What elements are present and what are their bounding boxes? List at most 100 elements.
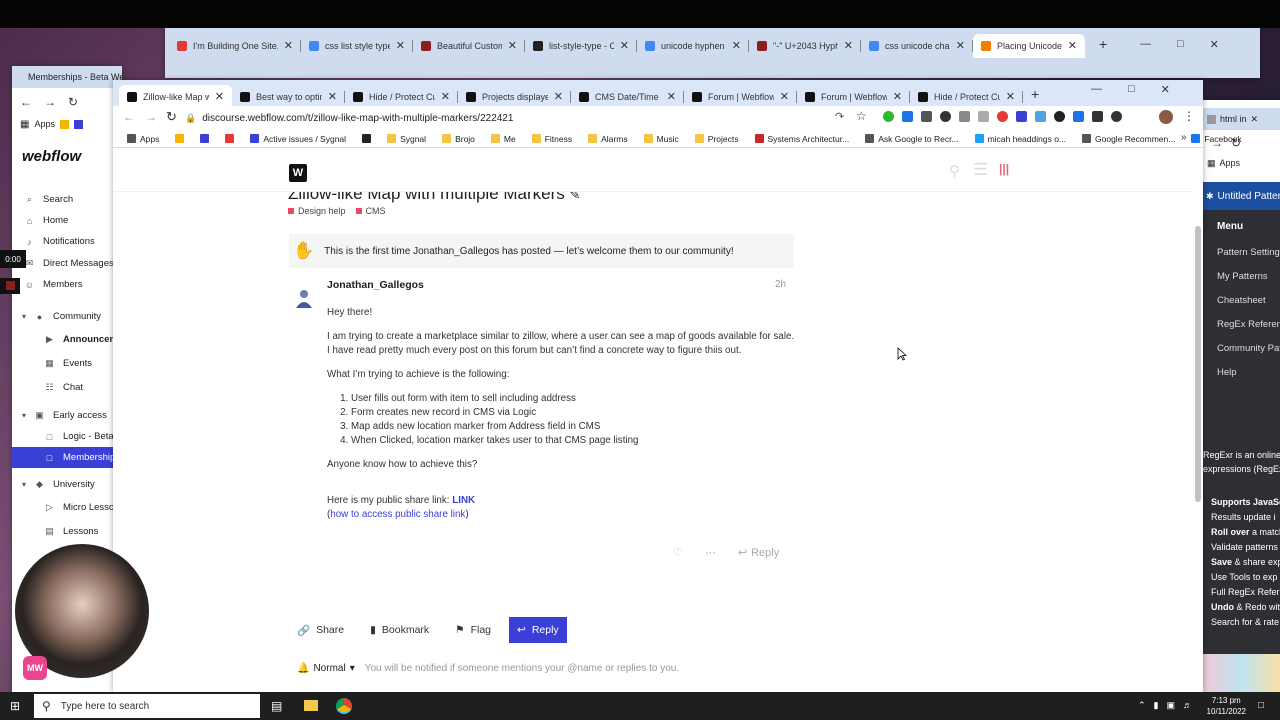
back-tab[interactable]: "-" U+2043 Hyphe... ✕ [749,34,861,58]
main-tab[interactable]: Zillow-like Map with... ✕ [119,84,232,109]
webflow-app-badge[interactable]: MW [23,656,47,680]
sidebar-item[interactable]: ▶ Announcem [12,329,117,350]
post-reply-button[interactable]: ↩ Reply [738,546,779,560]
extension-icon[interactable] [902,111,913,122]
close-icon[interactable]: ✕ [1210,38,1219,51]
minimize-icon[interactable]: — [1140,38,1151,51]
close-tab-icon[interactable]: ✕ [667,90,676,103]
main-tab[interactable]: CMS Date/Time Co... ✕ [571,85,684,109]
close-tab-icon[interactable]: ✕ [284,39,293,52]
bookmark-item[interactable]: Brojo [436,134,481,144]
bookmark-item[interactable] [356,134,377,143]
webflow-w-logo[interactable]: W [289,164,307,182]
taskbar-clock[interactable]: 7:13 pm 10/11/2022 [1207,695,1246,717]
url-text[interactable]: discourse.webflow.com/t/zillow-like-map-… [202,113,513,124]
sidebar-item[interactable]: ▾ ◆ University [12,474,117,495]
reload-icon[interactable]: ↻ [68,95,78,109]
close-tab-icon[interactable]: ✕ [396,39,405,52]
main-tab[interactable]: Best way to optimiz... ✕ [232,85,345,109]
bookmark-item[interactable]: micah headdings o... [969,134,1072,144]
progress-bars-icon[interactable]: ||| [999,162,1009,176]
close-tab-icon[interactable]: ✕ [328,90,337,103]
close-tab-icon[interactable]: ✕ [441,90,450,103]
bookmark-item[interactable] [219,134,240,143]
page-scrollbar[interactable] [1195,226,1201,502]
extension-icon[interactable] [997,111,1008,122]
sidebar-item[interactable]: ▤ Lessons [12,521,117,542]
close-tab-icon[interactable]: ✕ [1251,114,1259,125]
right-tab-title[interactable]: html in [1220,114,1247,124]
share-page-icon[interactable]: ↷ [835,110,844,123]
close-tab-icon[interactable]: ✕ [732,39,741,52]
author-name[interactable]: Jonathan_Gallegos [327,279,424,291]
menu-kebab-icon[interactable]: ⋮ [1183,109,1195,123]
extension-icon[interactable] [1054,111,1065,122]
back-tab[interactable]: unicode hyphen bu... ✕ [637,34,749,58]
left-bookmark-apps[interactable]: Apps [34,119,55,129]
minimize-icon[interactable]: — [1091,83,1102,96]
chrome-icon[interactable] [336,698,352,714]
sidebar-item[interactable]: ⌂ Home [12,210,117,231]
category-design-help[interactable]: Design help [288,206,346,216]
bookmark-icon[interactable] [59,119,69,129]
task-view-icon[interactable]: ▤ [271,699,282,713]
regexr-menu-item[interactable]: Cheatsheet [1217,295,1266,306]
sidebar-item[interactable]: ✉ Direct Messages [12,253,117,274]
share-button[interactable]: 🔗 Share [289,617,352,643]
regexr-menu-item[interactable]: Community Pat [1217,343,1280,354]
sidebar-item[interactable]: ▾ ▣ Early access [12,405,117,426]
reply-button[interactable]: ↩ Reply [509,617,567,643]
network-icon[interactable]: ▣ [1167,700,1176,711]
close-tab-icon[interactable]: ✕ [893,90,902,103]
bookmark-item[interactable]: Projects [689,134,745,144]
new-tab-button[interactable]: + [1031,86,1039,102]
bookmark-item[interactable]: Ask Google to Recr... [859,134,964,144]
file-explorer-icon[interactable] [304,700,318,711]
main-tab[interactable]: Hide / Protect Cust... ✕ [345,85,458,109]
volume-icon[interactable]: ♬ [1183,700,1192,711]
close-tab-icon[interactable]: ✕ [1068,39,1077,52]
back-tab[interactable]: Placing Unicode ch... ✕ [973,33,1085,58]
sidebar-item[interactable]: ▦ Events [12,353,117,374]
regexr-menu-item[interactable]: Help [1217,367,1237,378]
post-time[interactable]: 2h [775,279,786,290]
extension-icon[interactable] [1035,111,1046,122]
bookmark-button[interactable]: ▮ Bookmark [362,617,437,643]
extension-icon[interactable] [1073,111,1084,122]
extension-icon[interactable] [1111,111,1122,122]
close-tab-icon[interactable]: ✕ [215,90,224,103]
hamburger-menu-icon[interactable]: ☰ [973,160,988,180]
close-tab-icon[interactable]: ✕ [844,39,853,52]
bookmark-item[interactable] [194,134,215,143]
chevron-down-icon[interactable]: ▾ [22,411,26,420]
profile-avatar[interactable] [1159,110,1173,124]
right-bookmark-apps[interactable]: Apps [1220,158,1241,169]
close-icon[interactable]: ✕ [1161,83,1170,96]
close-tab-icon[interactable]: ✕ [620,39,629,52]
taskbar-search[interactable]: ⚲ Type here to search [34,694,260,718]
extension-icon[interactable] [921,111,932,122]
bookmark-item[interactable]: Alarms [582,134,633,144]
main-tab[interactable]: Projects displayed ... ✕ [458,85,571,109]
extension-icon[interactable] [1092,111,1103,122]
back-tab[interactable]: css list style type c... ✕ [301,34,413,58]
share-help-link[interactable]: how to access public share link [330,509,465,520]
share-link[interactable]: LINK [452,495,475,506]
back-tab[interactable]: css unicode char -... ✕ [861,34,973,58]
more-options-icon[interactable]: ⋯ [705,546,716,559]
regexr-menu-item[interactable]: My Patterns [1217,271,1268,282]
notification-dropdown[interactable]: 🔔 Normal ▾ [297,663,355,674]
forward-arrow-icon[interactable]: → [145,110,157,124]
extension-icon[interactable] [1016,111,1027,122]
main-tab[interactable]: Hide / Protect Cust... ✕ [910,85,1023,109]
tray-app-icon[interactable]: ▮ [1154,700,1159,711]
bookmark-item[interactable] [169,134,190,143]
category-cms[interactable]: CMS [355,206,386,216]
bookmark-item[interactable]: Facebook [1185,134,1247,144]
windows-start-icon[interactable]: ⊞ [10,699,20,713]
bookmark-item[interactable]: Active issues / Sygnal [244,134,352,144]
webflow-logo[interactable]: webflow [22,148,81,165]
back-arrow-icon[interactable]: ← [20,95,32,109]
bookmark-item[interactable]: Apps [121,134,165,144]
extension-icon[interactable] [940,111,951,122]
